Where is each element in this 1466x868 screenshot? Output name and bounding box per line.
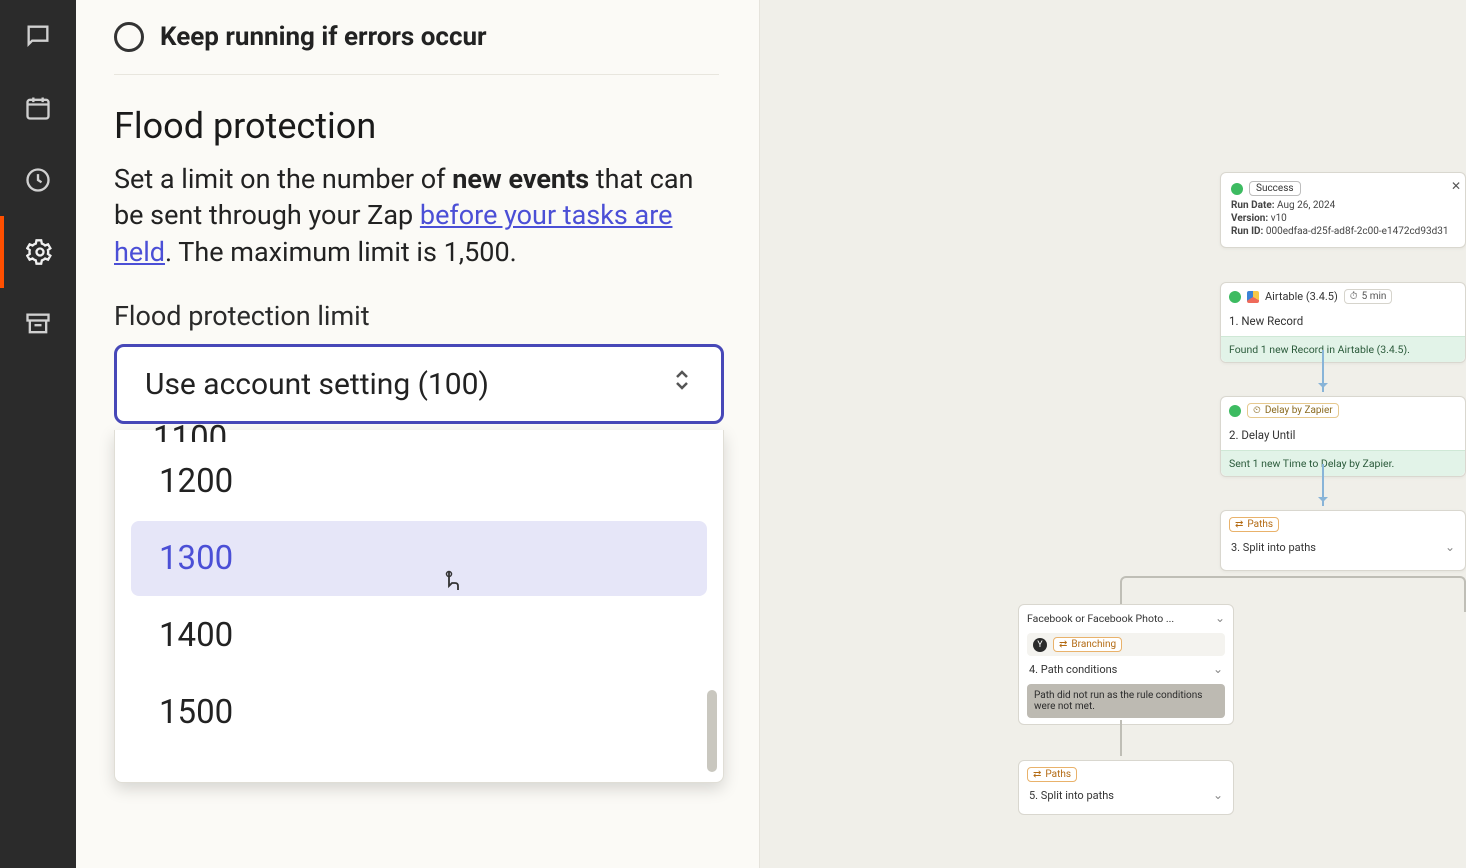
branch-header: Facebook or Facebook Photo ... <box>1027 612 1174 625</box>
dropdown-option-cutoff[interactable]: 1100 <box>125 422 713 442</box>
step1-title: 1. New Record <box>1221 310 1465 336</box>
step-card-1[interactable]: Airtable (3.4.5) ⏱ 5 min 1. New Record F… <box>1220 282 1466 363</box>
flood-protection-heading: Flood protection <box>114 105 719 147</box>
y-badge-icon: Y <box>1033 638 1047 652</box>
flow-arrow-icon <box>1322 350 1324 392</box>
branching-chip: ⇄ Branching <box>1053 637 1122 652</box>
dropdown-option-1300[interactable]: 1300 <box>131 521 707 596</box>
close-icon[interactable]: ✕ <box>1451 179 1461 193</box>
keep-running-label: Keep running if errors occur <box>160 22 487 52</box>
dropdown-scrollbar[interactable] <box>707 690 717 772</box>
step1-time-value: 5 min <box>1362 291 1387 302</box>
chevron-down-icon[interactable]: ⌄ <box>1213 788 1223 802</box>
paths-chip: ⇄ Paths <box>1229 517 1279 532</box>
zap-canvas[interactable]: ✕ Success Run Date: Aug 26, 2024 Version… <box>760 0 1466 868</box>
success-dot-icon <box>1231 183 1243 195</box>
sidebar-item-archive[interactable] <box>0 288 76 360</box>
run-date-value: Aug 26, 2024 <box>1277 200 1335 211</box>
success-dot-icon <box>1229 291 1241 303</box>
flow-arrow-icon <box>1322 464 1324 506</box>
step1-app-label: Airtable (3.4.5) <box>1265 290 1338 303</box>
clock-icon <box>24 166 52 194</box>
settings-panel: Keep running if errors occur Flood prote… <box>76 0 760 868</box>
left-sidebar <box>0 0 76 868</box>
archive-icon <box>24 310 52 338</box>
select-value: Use account setting (100) <box>145 367 489 402</box>
status-badge: Success <box>1249 181 1301 196</box>
flood-limit-select[interactable]: Use account setting (100) <box>114 344 724 424</box>
dropdown-option-1500[interactable]: 1500 <box>131 675 707 750</box>
chevron-down-icon[interactable]: ⌄ <box>1215 611 1225 625</box>
step2-message: Sent 1 new Time to Delay by Zapier. <box>1221 450 1465 476</box>
sidebar-item-calendar[interactable] <box>0 72 76 144</box>
success-dot-icon <box>1229 405 1241 417</box>
sidebar-item-history[interactable] <box>0 144 76 216</box>
paths2-title: 5. Split into paths <box>1029 789 1114 802</box>
desc-text-bold: new events <box>452 163 589 195</box>
desc-text-pre: Set a limit on the number of <box>114 163 452 195</box>
chevron-down-icon[interactable]: ⌄ <box>1445 540 1455 554</box>
paths-card-2[interactable]: ⇄ Paths 5. Split into paths ⌄ <box>1018 760 1234 815</box>
paths-chip-label: Paths <box>1247 519 1273 530</box>
chevron-updown-icon <box>671 366 693 402</box>
step-card-2[interactable]: ⏲ Delay by Zapier 2. Delay Until Sent 1 … <box>1220 396 1466 477</box>
sidebar-item-settings[interactable] <box>0 216 76 288</box>
flood-limit-dropdown: 1100 1200 1300 1400 1500 <box>114 430 724 783</box>
path-warning-message: Path did not run as the rule conditions … <box>1027 684 1225 718</box>
chat-icon <box>24 22 52 50</box>
flood-limit-label: Flood protection limit <box>114 300 719 332</box>
version-label: Version: <box>1231 213 1268 224</box>
step2-title: 2. Delay Until <box>1221 424 1465 450</box>
branch-card-left[interactable]: Facebook or Facebook Photo ... ⌄ Y ⇄ Bra… <box>1018 604 1234 725</box>
flood-protection-description: Set a limit on the number of new events … <box>114 161 719 270</box>
settings-icon <box>26 238 54 266</box>
step1-time-chip: ⏱ 5 min <box>1344 289 1393 304</box>
version-value: v10 <box>1271 213 1287 224</box>
paths2-chip: ⇄ Paths <box>1027 767 1077 782</box>
step1-message: Found 1 new Record in Airtable (3.4.5). <box>1221 336 1465 362</box>
branching-chip-label: Branching <box>1071 639 1116 650</box>
airtable-icon <box>1247 291 1259 303</box>
sidebar-item-chat[interactable] <box>0 0 76 72</box>
run-id-value: 000edfaa-d25f-ad8f-2c00-e1472cd93d31 <box>1266 226 1449 237</box>
paths-title: 3. Split into paths <box>1231 541 1316 554</box>
run-date-label: Run Date: <box>1231 200 1275 211</box>
run-summary-card: ✕ Success Run Date: Aug 26, 2024 Version… <box>1220 172 1466 248</box>
desc-text-post: . The maximum limit is 1,500. <box>165 236 517 268</box>
chevron-down-icon[interactable]: ⌄ <box>1213 662 1223 676</box>
dropdown-option-1200[interactable]: 1200 <box>131 444 707 519</box>
dropdown-option-1400[interactable]: 1400 <box>131 598 707 673</box>
step2-app-label: Delay by Zapier <box>1265 405 1333 416</box>
keep-running-option[interactable]: Keep running if errors occur <box>114 0 719 75</box>
paths-card[interactable]: ⇄ Paths 3. Split into paths ⌄ <box>1220 510 1466 571</box>
paths2-chip-label: Paths <box>1045 769 1071 780</box>
radio-unchecked-icon <box>114 22 144 52</box>
run-id-label: Run ID: <box>1231 226 1263 237</box>
calendar-icon <box>24 94 52 122</box>
flow-line <box>1120 720 1122 756</box>
path-conditions-title: 4. Path conditions <box>1029 663 1117 676</box>
delay-chip: ⏲ Delay by Zapier <box>1247 403 1339 418</box>
